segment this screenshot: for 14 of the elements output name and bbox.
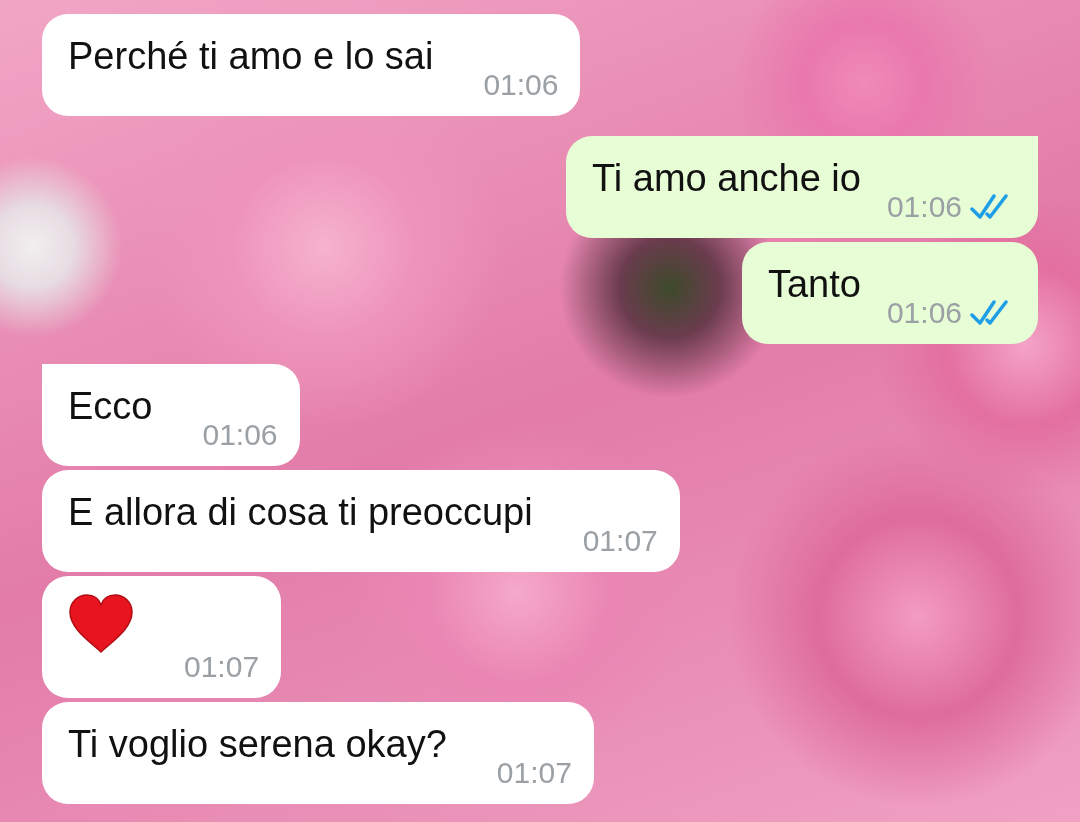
heart-icon [68,594,134,654]
message-text: Perché ti amo e lo sai [68,34,434,79]
message-time: 01:06 [202,418,278,452]
message-time: 01:07 [582,524,658,558]
message-time: 01:06 [886,190,962,224]
message-text: Tanto [767,262,861,307]
message-time: 01:06 [483,68,559,102]
message-text: Ti voglio serena okay? [68,722,447,767]
message-time: 01:06 [886,296,962,330]
message-text: Ecco [68,384,153,429]
message-text: Ti amo anche io [591,156,861,201]
message-text: E allora di cosa ti preoccupi [68,490,533,535]
message-time: 01:07 [496,756,572,790]
message-time: 01:07 [184,650,260,684]
